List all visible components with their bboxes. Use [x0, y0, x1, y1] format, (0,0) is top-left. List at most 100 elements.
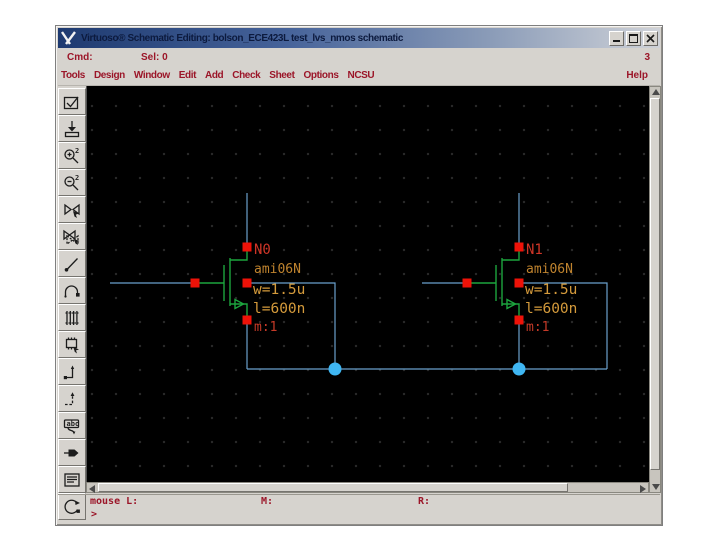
selection-count: Sel: 0: [141, 52, 168, 63]
svg-text:abc: abc: [67, 420, 80, 428]
menu-bar: Tools Design Window Edit Add Check Sheet…: [58, 66, 660, 86]
zoom-out-2x-icon: 2: [64, 174, 79, 190]
wire-wide-icon: [65, 391, 75, 405]
wire-wide-button[interactable]: [58, 385, 86, 412]
nmos-symbol-n0[interactable]: [198, 248, 248, 318]
window-title: Virtuoso® Schematic Editing: bolson_ECE4…: [81, 32, 403, 44]
delete-button[interactable]: [58, 250, 86, 277]
menu-edit[interactable]: Edit: [179, 70, 197, 81]
menu-help[interactable]: Help: [626, 70, 648, 81]
scroll-left-icon[interactable]: [89, 484, 95, 493]
pin-source-n0[interactable]: [242, 315, 252, 325]
undo-icon: [64, 284, 80, 298]
property-button[interactable]: [58, 304, 86, 331]
horizontal-scrollbar[interactable]: [86, 482, 649, 493]
horizontal-scroll-thumb[interactable]: [98, 483, 568, 492]
property-icon: [65, 310, 79, 325]
junction-dot-left[interactable]: [328, 362, 342, 376]
pin-drain-n0[interactable]: [242, 242, 252, 252]
zoom-in-2x-button[interactable]: 2: [58, 142, 86, 169]
desktop: Virtuoso® Schematic Editing: bolson_ECE4…: [0, 0, 720, 540]
stretch-button[interactable]: [58, 196, 86, 223]
menu-tools[interactable]: Tools: [61, 70, 85, 81]
menu-ncsu[interactable]: NCSU: [348, 70, 375, 81]
undo-button[interactable]: [58, 277, 86, 304]
minimize-icon: [613, 40, 620, 42]
virtuoso-window: Virtuoso® Schematic Editing: bolson_ECE4…: [55, 25, 663, 526]
menu-options[interactable]: Options: [304, 70, 339, 81]
sheet-icon: [64, 472, 80, 487]
status-bar: mouse L: M: R:: [58, 494, 660, 509]
model-label-n0[interactable]: ami06N: [254, 262, 301, 277]
menu-sheet[interactable]: Sheet: [269, 70, 295, 81]
sheet-button[interactable]: [58, 466, 86, 493]
command-prompt[interactable]: >: [91, 509, 97, 520]
pin-icon: [64, 449, 79, 456]
schematic-drawing: N0 ami06N w=1.5u l=600n m:1 N1 ami06N w=…: [110, 193, 608, 376]
pin-gate-n0[interactable]: [190, 278, 200, 288]
scroll-down-icon[interactable]: [652, 484, 660, 490]
multiplier-label-n0[interactable]: m:1: [254, 320, 277, 335]
scroll-right-icon[interactable]: [640, 484, 646, 493]
pin-button[interactable]: [58, 439, 86, 466]
vertical-scrollbar[interactable]: [649, 86, 661, 493]
minimize-button[interactable]: [609, 30, 624, 46]
menu-add[interactable]: Add: [205, 70, 224, 81]
toolbar: 2 2 abc: [58, 88, 86, 520]
maximize-icon: [629, 33, 638, 43]
command-bar: Cmd: Sel: 0 3: [58, 49, 660, 66]
length-label-n0[interactable]: l=600n: [253, 301, 305, 317]
menu-check[interactable]: Check: [232, 70, 260, 81]
instance-icon: [65, 337, 79, 353]
nmos-symbol-n1[interactable]: [470, 248, 520, 318]
instance-name-n0[interactable]: N0: [254, 242, 271, 258]
labels-n1: N1 ami06N w=1.5u l=600n m:1: [525, 242, 577, 335]
svg-text:2: 2: [75, 174, 79, 182]
width-label-n1[interactable]: w=1.5u: [525, 282, 577, 298]
vertical-scroll-thumb[interactable]: [650, 98, 660, 470]
multiplier-label-n1[interactable]: m:1: [526, 320, 549, 335]
save-icon: [64, 120, 80, 137]
pin-bulk-n0[interactable]: [242, 278, 252, 288]
pin-bulk-n1[interactable]: [514, 278, 524, 288]
mouse-right-binding: R:: [418, 496, 431, 507]
zoom-out-2x-button[interactable]: 2: [58, 169, 86, 196]
instance-button[interactable]: [58, 331, 86, 358]
delete-icon: [64, 257, 78, 272]
instance-name-n1[interactable]: N1: [526, 242, 543, 258]
model-label-n1[interactable]: ami06N: [526, 262, 573, 277]
schematic-canvas[interactable]: N0 ami06N w=1.5u l=600n m:1 N1 ami06N w=…: [86, 86, 650, 482]
pin-drain-n1[interactable]: [514, 242, 524, 252]
scroll-up-icon[interactable]: [652, 89, 660, 95]
window-number: 3: [644, 52, 650, 63]
cmd-label: Cmd:: [67, 52, 93, 63]
mouse-middle-binding: M:: [261, 496, 274, 507]
prompt-row: >: [58, 509, 660, 522]
svg-text:2: 2: [75, 147, 79, 155]
save-button[interactable]: [58, 115, 86, 142]
stretch-icon: [64, 203, 80, 218]
copy-button[interactable]: [58, 223, 86, 250]
length-label-n1[interactable]: l=600n: [525, 301, 577, 317]
wire-narrow-button[interactable]: [58, 358, 86, 385]
close-button[interactable]: [643, 30, 658, 46]
mouse-left-binding: mouse L:: [90, 496, 139, 507]
wire-label-button[interactable]: abc: [58, 412, 86, 439]
width-label-n0[interactable]: w=1.5u: [253, 282, 305, 298]
wires: [110, 193, 608, 370]
maximize-button[interactable]: [626, 30, 641, 46]
wire-narrow-icon: [63, 365, 75, 379]
junction-dot-right[interactable]: [512, 362, 526, 376]
title-bar[interactable]: Virtuoso® Schematic Editing: bolson_ECE4…: [58, 28, 660, 48]
x11-logo-icon: [61, 31, 76, 45]
check-save-icon: [63, 96, 79, 109]
menu-window[interactable]: Window: [134, 70, 170, 81]
pin-gate-n1[interactable]: [462, 278, 472, 288]
labels-n0: N0 ami06N w=1.5u l=600n m:1: [253, 242, 305, 335]
wire-label-icon: abc: [63, 418, 80, 434]
pin-source-n1[interactable]: [514, 315, 524, 325]
menu-design[interactable]: Design: [94, 70, 125, 81]
close-icon: [646, 33, 655, 43]
check-save-button[interactable]: [58, 88, 86, 115]
zoom-in-2x-icon: 2: [64, 147, 79, 163]
